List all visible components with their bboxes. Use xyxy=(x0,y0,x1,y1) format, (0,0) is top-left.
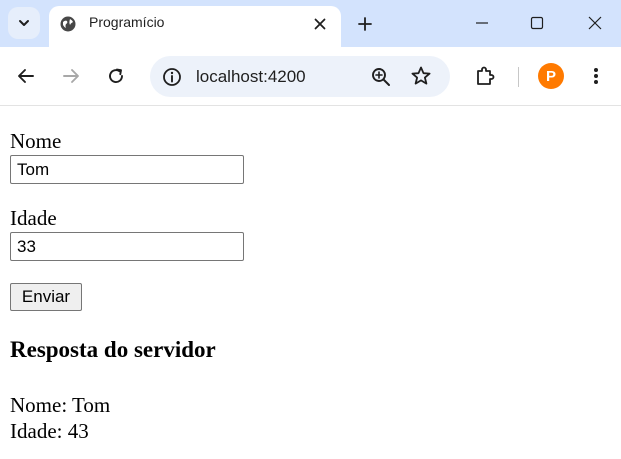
toolbar-divider xyxy=(518,67,519,87)
name-input[interactable] xyxy=(10,155,244,184)
age-label: Idade xyxy=(10,206,57,230)
active-tab[interactable]: Programício xyxy=(49,6,341,47)
name-label: Nome xyxy=(10,129,62,153)
reload-button[interactable] xyxy=(105,65,127,87)
maximize-button[interactable] xyxy=(526,12,548,34)
arrow-right-icon xyxy=(63,69,79,83)
response-name: Nome: Tom xyxy=(10,393,111,417)
zoom-icon[interactable] xyxy=(370,66,392,88)
minimize-button[interactable] xyxy=(471,12,493,34)
chevron-down-icon xyxy=(19,20,29,26)
browser-toolbar: localhost:4200 P xyxy=(0,47,621,106)
more-vert-icon xyxy=(594,68,598,84)
back-button[interactable] xyxy=(15,65,37,87)
response-heading: Resposta do servidor xyxy=(10,337,216,362)
tab-strip: Programício xyxy=(0,0,621,47)
close-icon xyxy=(588,16,602,30)
plus-icon xyxy=(358,17,372,31)
submit-button[interactable]: Enviar xyxy=(10,283,82,311)
site-info-icon[interactable] xyxy=(162,67,182,87)
tab-close-button[interactable] xyxy=(311,15,329,33)
minimize-icon xyxy=(476,22,488,24)
browser-menu-button[interactable] xyxy=(585,65,607,87)
bookmark-star-icon[interactable] xyxy=(410,65,432,87)
address-bar[interactable]: localhost:4200 xyxy=(150,56,450,97)
response-age: Idade: 43 xyxy=(10,419,89,443)
profile-avatar[interactable]: P xyxy=(538,63,564,89)
avatar-letter: P xyxy=(545,67,556,85)
url-text[interactable]: localhost:4200 xyxy=(196,67,306,87)
close-icon xyxy=(314,18,326,30)
age-input[interactable] xyxy=(10,232,244,261)
tab-title: Programício xyxy=(89,14,165,30)
extensions-icon[interactable] xyxy=(473,64,497,88)
new-tab-button[interactable] xyxy=(354,13,376,35)
arrow-left-icon xyxy=(18,69,34,83)
close-window-button[interactable] xyxy=(584,12,606,34)
tab-search-button[interactable] xyxy=(8,7,40,39)
forward-button[interactable] xyxy=(60,65,82,87)
globe-icon xyxy=(60,16,76,32)
reload-icon xyxy=(109,68,123,83)
maximize-icon xyxy=(530,16,544,30)
